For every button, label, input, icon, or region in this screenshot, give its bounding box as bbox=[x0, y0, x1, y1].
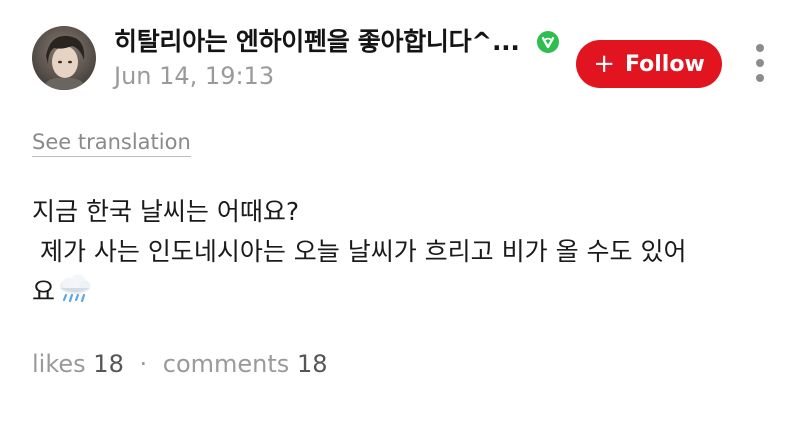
post-stats: likes 18 · comments 18 bbox=[32, 350, 327, 378]
more-dot bbox=[756, 44, 764, 52]
verified-badge-icon bbox=[537, 31, 559, 53]
follow-button[interactable]: + Follow bbox=[576, 40, 722, 88]
more-dot bbox=[756, 59, 764, 67]
post-body-line-last: 요 bbox=[32, 272, 772, 312]
post-body-text: 요 bbox=[32, 277, 56, 306]
post-body: 지금 한국 날씨는 어때요? 제가 사는 인도네시아는 오늘 날씨가 흐리고 비… bbox=[32, 192, 772, 312]
post-header: 히탈리아는 엔하이펜을 좋아합니다^... Jun 14, 19:13 + Fo… bbox=[0, 0, 800, 110]
avatar-image bbox=[32, 26, 96, 90]
more-options-icon[interactable] bbox=[750, 44, 770, 84]
post-date: Jun 14, 19:13 bbox=[114, 62, 275, 90]
likes-label[interactable]: likes bbox=[32, 350, 86, 378]
likes-count[interactable]: 18 bbox=[93, 350, 124, 378]
comments-count[interactable]: 18 bbox=[297, 350, 328, 378]
post-body-line: 제가 사는 인도네시아는 오늘 날씨가 흐리고 비가 올 수도 있어 bbox=[32, 237, 687, 266]
comments-label[interactable]: comments bbox=[163, 350, 290, 378]
stats-separator: · bbox=[139, 350, 148, 378]
plus-icon: + bbox=[593, 49, 615, 79]
cloud-with-rain-icon bbox=[60, 274, 91, 303]
post-body-line: 지금 한국 날씨는 어때요? bbox=[32, 197, 300, 226]
avatar[interactable] bbox=[32, 26, 96, 90]
author-name[interactable]: 히탈리아는 엔하이펜을 좋아합니다^... bbox=[114, 22, 520, 58]
follow-label: Follow bbox=[625, 51, 705, 77]
see-translation-link[interactable]: See translation bbox=[32, 130, 191, 157]
more-dot bbox=[756, 74, 764, 82]
